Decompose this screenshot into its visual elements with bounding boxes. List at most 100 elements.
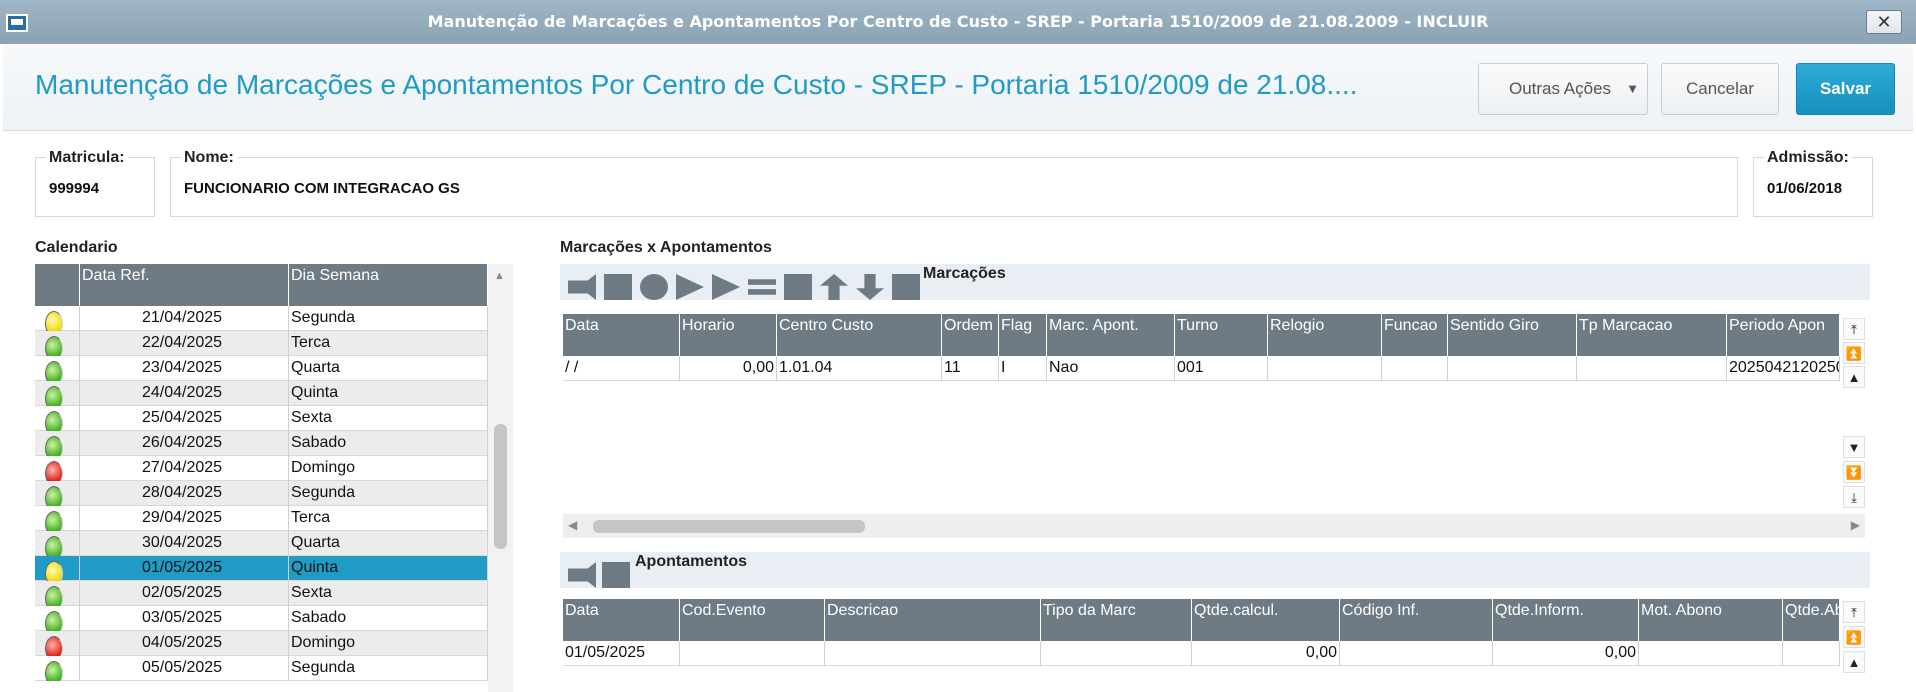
- clipboard-icon[interactable]: [784, 274, 812, 300]
- status-cell: [35, 506, 80, 531]
- marcacoes-col-header[interactable]: Centro Custo: [777, 314, 942, 356]
- page-up-icon[interactable]: ⏫: [1843, 342, 1865, 364]
- calendario-row[interactable]: 23/04/2025 Quarta: [35, 356, 488, 381]
- calendario-row[interactable]: 22/04/2025 Terca: [35, 331, 488, 356]
- calendario-col-dia: Dia Semana: [289, 264, 488, 306]
- apontamentos-grid: Data Cod.Evento Descricao Tipo da Marc Qtde.…: [563, 599, 1840, 692]
- apontamentos-col-header[interactable]: Data: [563, 599, 680, 641]
- admissao-field[interactable]: Admissão: 01/06/2018: [1753, 149, 1873, 217]
- status-cell: [35, 456, 80, 481]
- calendario-row[interactable]: 21/04/2025 Segunda: [35, 306, 488, 331]
- calendario-row[interactable]: 03/05/2025 Sabado: [35, 606, 488, 631]
- outras-acoes-button[interactable]: Outras Ações ▼: [1478, 63, 1648, 115]
- apontamentos-col-header[interactable]: Tipo da Marc: [1041, 599, 1192, 641]
- calendario-row[interactable]: 05/05/2025 Segunda: [35, 656, 488, 681]
- record-up-icon[interactable]: ▲: [1843, 366, 1865, 388]
- arrow-up-icon[interactable]: [820, 274, 848, 300]
- status-red-icon: [45, 636, 63, 656]
- marcacoes-col-header[interactable]: Funcao: [1382, 314, 1448, 356]
- marcacoes-col-header[interactable]: Sentido Giro: [1448, 314, 1577, 356]
- marcacoes-col-header[interactable]: Turno: [1175, 314, 1268, 356]
- calendario-row[interactable]: 25/04/2025 Sexta: [35, 406, 488, 431]
- apontamentos-col-header[interactable]: Qtde.Inform.: [1493, 599, 1639, 641]
- marcacoes-row[interactable]: / /0,00 1.01.04 11 I Nao 001 2025042120250: [563, 356, 1840, 381]
- apontamentos-row[interactable]: 01/05/2025 0,00 0,00: [563, 641, 1840, 666]
- scroll-left-icon[interactable]: ◀: [568, 518, 577, 532]
- marcacoes-col-header[interactable]: Relogio: [1268, 314, 1382, 356]
- calendario-row[interactable]: 26/04/2025 Sabado: [35, 431, 488, 456]
- calendario-row[interactable]: 04/05/2025 Domingo: [35, 631, 488, 656]
- circle-icon[interactable]: [640, 274, 668, 300]
- calendario-row[interactable]: 27/04/2025 Domingo: [35, 456, 488, 481]
- apontamentos-col-header[interactable]: Descricao: [825, 599, 1041, 641]
- marcacoes-rows: / /0,00 1.01.04 11 I Nao 001 2025042120250: [563, 356, 1840, 381]
- cancel-button[interactable]: Cancelar: [1661, 63, 1779, 115]
- marcacoes-label: Marcações: [923, 265, 1006, 282]
- apontamentos-cell: [1783, 641, 1840, 666]
- dia-semana-cell: Quinta: [289, 381, 488, 406]
- last-record-icon[interactable]: ⤓: [1843, 486, 1865, 508]
- marcacoes-col-header[interactable]: Ordem: [942, 314, 999, 356]
- flag-icon[interactable]: [892, 274, 920, 300]
- calendario-col-data: Data Ref.: [80, 264, 289, 306]
- calendario-row[interactable]: 01/05/2025 Quinta: [35, 556, 488, 581]
- calendario-row[interactable]: 29/04/2025 Terca: [35, 506, 488, 531]
- status-cell: [35, 306, 80, 331]
- marcacoes-hscrollbar[interactable]: ◀ ▶: [563, 514, 1865, 538]
- marcacoes-col-header[interactable]: Data: [563, 314, 680, 356]
- calendario-scroll-thumb[interactable]: [494, 424, 507, 549]
- apontamentos-col-header[interactable]: Cod.Evento: [680, 599, 825, 641]
- dia-semana-cell: Sexta: [289, 406, 488, 431]
- status-yellow-icon: [45, 311, 63, 331]
- marcacoes-col-header[interactable]: Horario: [680, 314, 777, 356]
- nome-field[interactable]: Nome: FUNCIONARIO COM INTEGRACAO GS: [170, 149, 1738, 217]
- arrow-down-icon[interactable]: [856, 274, 884, 300]
- close-button[interactable]: ✕: [1866, 10, 1902, 34]
- page-header: Manutenção de Marcações e Apontamentos P…: [3, 44, 1913, 131]
- apontamentos-rows: 01/05/2025 0,00 0,00: [563, 641, 1840, 666]
- flag-icon[interactable]: [602, 562, 630, 588]
- first-record-icon[interactable]: ⤒: [1843, 601, 1865, 623]
- data-ref-cell: 03/05/2025: [80, 606, 289, 631]
- record-down-icon[interactable]: ▼: [1843, 436, 1865, 458]
- marcacoes-cell: [1577, 356, 1727, 381]
- status-yellow-icon: [45, 561, 63, 581]
- first-record-icon[interactable]: ⤒: [1843, 318, 1865, 340]
- equals-icon[interactable]: [748, 279, 776, 295]
- status-green-icon: [45, 386, 63, 406]
- apontamentos-col-header[interactable]: Código Inf.: [1340, 599, 1493, 641]
- apontamentos-cell: [1041, 641, 1192, 666]
- apontamentos-col-header[interactable]: Qtde.Ab: [1783, 599, 1840, 641]
- apontamentos-col-header[interactable]: Mot. Abono: [1639, 599, 1783, 641]
- apontamentos-cell: 0,00: [1493, 641, 1639, 666]
- record-up-icon[interactable]: ▲: [1843, 651, 1865, 673]
- data-ref-cell: 23/04/2025: [80, 356, 289, 381]
- status-cell: [35, 556, 80, 581]
- calendario-row[interactable]: 02/05/2025 Sexta: [35, 581, 488, 606]
- marcacoes-hscroll-thumb[interactable]: [593, 520, 865, 533]
- calendario-scrollbar[interactable]: ▲: [488, 264, 513, 692]
- admissao-value: 01/06/2018: [1767, 180, 1843, 197]
- play-icon[interactable]: [676, 274, 704, 300]
- apontamentos-col-header[interactable]: Qtde.calcul.: [1192, 599, 1340, 641]
- folder-icon[interactable]: [604, 274, 632, 300]
- scroll-up-icon[interactable]: ▲: [494, 270, 505, 282]
- marcacoes-col-header[interactable]: Marc. Apont.: [1047, 314, 1175, 356]
- data-ref-cell: 27/04/2025: [80, 456, 289, 481]
- page-down-icon[interactable]: ⏬: [1843, 461, 1865, 483]
- save-button[interactable]: Salvar: [1796, 63, 1895, 115]
- scroll-right-icon[interactable]: ▶: [1851, 518, 1860, 532]
- marcacoes-col-header[interactable]: Flag: [999, 314, 1047, 356]
- marcacoes-col-header[interactable]: Tp Marcacao: [1577, 314, 1727, 356]
- fast-forward-icon[interactable]: [712, 274, 740, 300]
- matricula-field[interactable]: Matricula: 999994: [35, 149, 155, 217]
- marcacoes-col-header[interactable]: Periodo Apon: [1727, 314, 1840, 356]
- page-up-icon[interactable]: ⏫: [1843, 626, 1865, 648]
- calendario-row[interactable]: 28/04/2025 Segunda: [35, 481, 488, 506]
- data-ref-cell: 05/05/2025: [80, 656, 289, 681]
- data-ref-cell: 25/04/2025: [80, 406, 289, 431]
- calendario-row[interactable]: 24/04/2025 Quinta: [35, 381, 488, 406]
- calendario-row[interactable]: 30/04/2025 Quarta: [35, 531, 488, 556]
- arrow-right-icon[interactable]: [568, 562, 596, 588]
- arrow-right-icon[interactable]: [568, 274, 596, 300]
